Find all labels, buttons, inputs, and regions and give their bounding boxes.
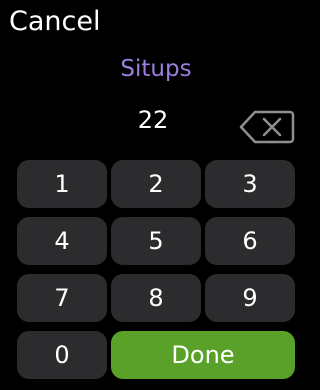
key-1[interactable]: 1 [17,160,107,208]
key-7[interactable]: 7 [17,274,107,322]
page-title: Situps [120,56,192,82]
key-9[interactable]: 9 [205,274,295,322]
backspace-icon [239,110,295,144]
done-button[interactable]: Done [111,331,295,379]
key-2[interactable]: 2 [111,160,201,208]
cancel-button[interactable]: Cancel [9,4,100,40]
key-6[interactable]: 6 [205,217,295,265]
key-8[interactable]: 8 [111,274,201,322]
key-5[interactable]: 5 [111,217,201,265]
value-display: 22 [137,106,169,134]
backspace-button[interactable] [238,108,296,146]
key-0[interactable]: 0 [17,331,107,379]
key-3[interactable]: 3 [205,160,295,208]
key-4[interactable]: 4 [17,217,107,265]
